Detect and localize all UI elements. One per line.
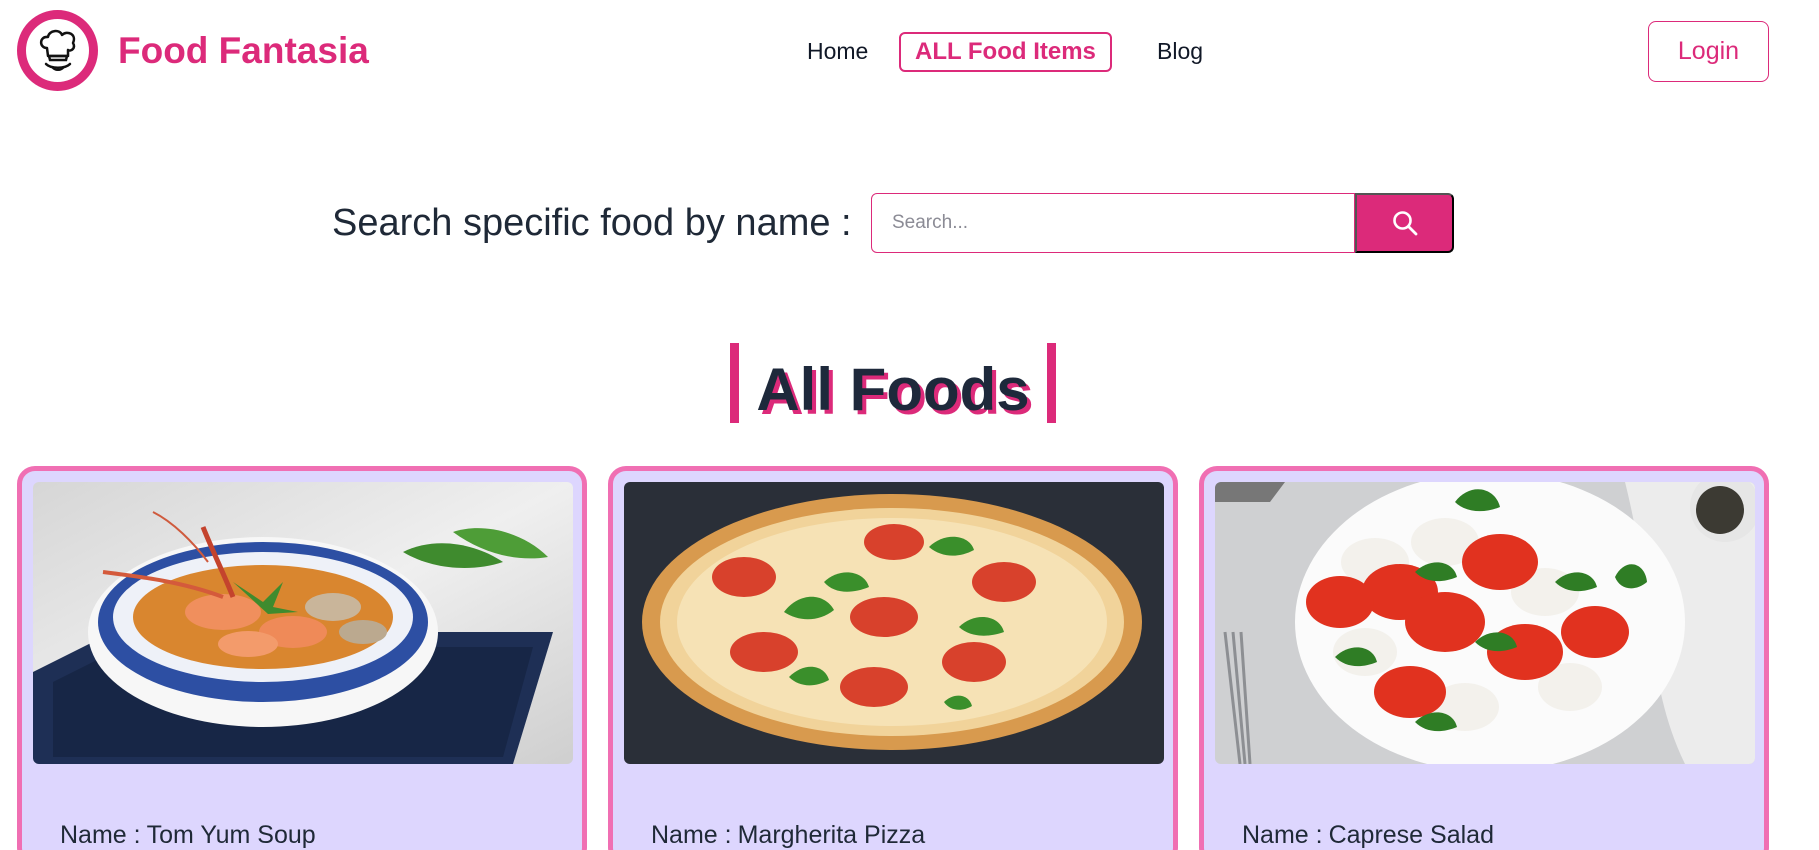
food-card[interactable]: Name : Margherita Pizza [608,466,1178,850]
tom-yum-soup-photo [33,482,573,764]
food-name-value: Caprese Salad [1328,821,1494,849]
food-name-label: Name : [60,821,141,849]
food-name-label: Name : [651,821,732,849]
margherita-pizza-photo [624,482,1164,764]
nav-link-all-food-items[interactable]: ALL Food Items [899,32,1112,72]
section-title: All Foods [756,356,1030,423]
food-name-label: Name : [1242,821,1323,849]
navbar: Food Fantasia Home ALL Food Items Blog L… [0,0,1819,110]
food-name: Name : Caprese Salad [1242,821,1494,850]
food-name: Name : Tom Yum Soup [60,821,316,850]
nav-link-home[interactable]: Home [807,38,868,65]
search-button[interactable] [1355,193,1454,253]
search-input[interactable] [871,193,1355,253]
section-heading: All Foods [730,343,1056,423]
nav-links: Home ALL Food Items Blog [0,30,1819,74]
search-icon [1392,211,1417,236]
food-name-value: Tom Yum Soup [146,821,316,849]
search-label: Search specific food by name : [332,202,852,244]
food-name-value: Margherita Pizza [737,821,926,849]
food-name: Name : Margherita Pizza [651,821,925,850]
food-card[interactable]: Name : Caprese Salad [1199,466,1769,850]
caprese-salad-photo [1215,482,1755,764]
food-card[interactable]: Name : Tom Yum Soup [17,466,587,850]
heading-accent-bar-right [1047,343,1056,423]
nav-link-blog[interactable]: Blog [1157,38,1203,65]
login-button[interactable]: Login [1648,21,1769,82]
